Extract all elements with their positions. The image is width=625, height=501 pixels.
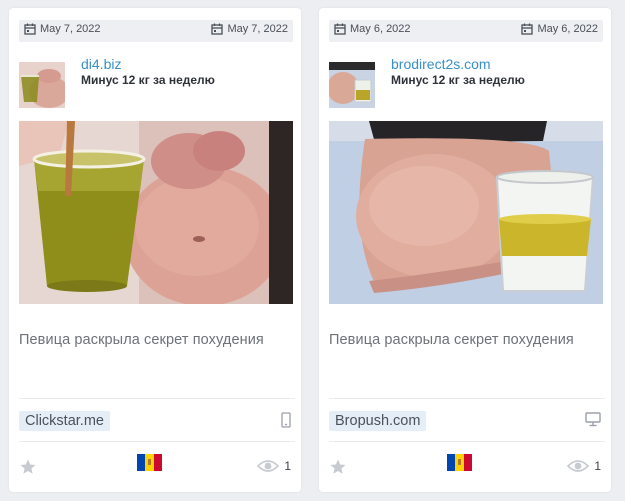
ad-text: Певица раскрыла секрет похудения bbox=[329, 332, 574, 348]
calendar-icon bbox=[334, 23, 346, 35]
network-badge[interactable]: Clickstar.me bbox=[19, 411, 110, 431]
ad-domain-link[interactable]: di4.biz bbox=[81, 56, 121, 72]
ad-title: Минус 12 кг за неделю bbox=[81, 73, 215, 87]
ad-thumbnail[interactable] bbox=[19, 62, 65, 108]
ad-thumbnail[interactable] bbox=[329, 62, 375, 108]
eye-icon bbox=[567, 460, 590, 472]
calendar-icon bbox=[24, 23, 36, 35]
divider bbox=[19, 398, 295, 399]
ad-domain-link[interactable]: brodirect2s.com bbox=[391, 56, 491, 72]
first-seen-text: May 6, 2022 bbox=[350, 23, 411, 35]
ad-title: Минус 12 кг за неделю bbox=[391, 73, 525, 87]
last-seen-text: May 7, 2022 bbox=[227, 23, 288, 35]
star-icon[interactable] bbox=[19, 458, 37, 476]
mobile-icon bbox=[281, 412, 291, 428]
eye-icon bbox=[257, 460, 280, 472]
last-seen-date: May 7, 2022 bbox=[211, 23, 288, 35]
views-count: 1 bbox=[594, 459, 601, 473]
views-count: 1 bbox=[284, 459, 291, 473]
country-flag-icon bbox=[137, 454, 162, 471]
network-badge[interactable]: Bropush.com bbox=[329, 411, 427, 431]
first-seen-date: May 6, 2022 bbox=[334, 23, 411, 35]
ad-text: Певица раскрыла секрет похудения bbox=[19, 332, 264, 348]
date-bar: May 7, 2022 May 7, 2022 bbox=[19, 20, 293, 42]
first-seen-date: May 7, 2022 bbox=[24, 23, 101, 35]
last-seen-text: May 6, 2022 bbox=[537, 23, 598, 35]
country-flag-icon bbox=[447, 454, 472, 471]
divider bbox=[329, 398, 605, 399]
views-counter: 1 bbox=[257, 459, 291, 473]
ad-image[interactable] bbox=[329, 121, 603, 304]
desktop-icon bbox=[585, 412, 601, 427]
calendar-icon bbox=[521, 23, 534, 35]
divider bbox=[329, 441, 605, 442]
ad-card[interactable]: May 6, 2022 May 6, 2022 brodirect2s.com … bbox=[319, 8, 611, 492]
last-seen-date: May 6, 2022 bbox=[521, 23, 598, 35]
star-icon[interactable] bbox=[329, 458, 347, 476]
first-seen-text: May 7, 2022 bbox=[40, 23, 101, 35]
divider bbox=[19, 441, 295, 442]
calendar-icon bbox=[211, 23, 224, 35]
views-counter: 1 bbox=[567, 459, 601, 473]
date-bar: May 6, 2022 May 6, 2022 bbox=[329, 20, 603, 42]
ad-card[interactable]: May 7, 2022 May 7, 2022 di4.biz Минус 12… bbox=[9, 8, 301, 492]
ad-image[interactable] bbox=[19, 121, 293, 304]
